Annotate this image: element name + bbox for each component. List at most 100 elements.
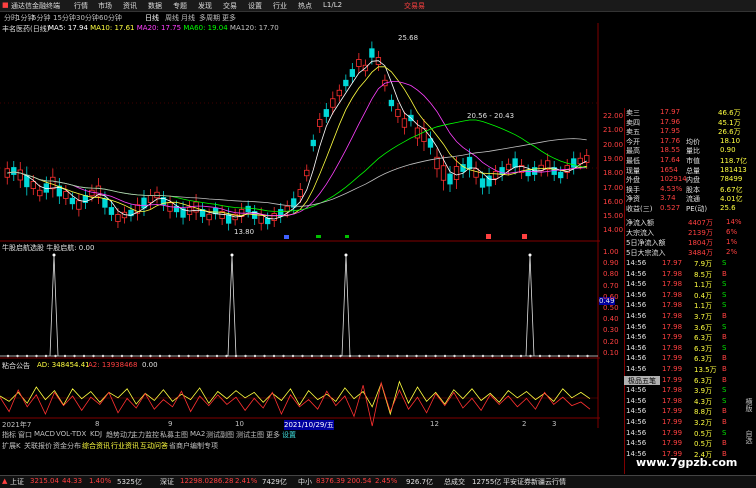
period-tab-active[interactable]: 日线 bbox=[145, 13, 159, 23]
menu-level[interactable]: L1/L2 bbox=[323, 1, 342, 9]
candle-body bbox=[50, 176, 56, 190]
flow-label: 大宗流入 bbox=[626, 229, 654, 237]
trade-price: 17.99 bbox=[662, 375, 683, 384]
price-tick: 19.00 bbox=[603, 154, 624, 163]
period-tab[interactable]: 60分钟 bbox=[99, 13, 122, 23]
func-tab[interactable]: 私募主图 bbox=[160, 430, 188, 440]
indicator1-dot bbox=[586, 354, 589, 358]
trade-price: 17.98 bbox=[662, 396, 683, 405]
watermark: www.7gpzb.com bbox=[636, 456, 738, 469]
trade-volume: 3.6万 bbox=[694, 323, 713, 332]
period-tab[interactable]: 多周期 bbox=[199, 13, 220, 23]
menu-industry[interactable]: 行业 bbox=[273, 1, 287, 11]
menu-data[interactable]: 数据 bbox=[148, 1, 162, 11]
indicator1-dot bbox=[415, 354, 418, 358]
indicator1-dot bbox=[215, 354, 219, 358]
trade-price: 17.97 bbox=[662, 259, 683, 267]
quote-label2: PE(动) bbox=[686, 205, 708, 213]
indicator1-dot bbox=[472, 354, 475, 358]
func-tab[interactable]: KDJ bbox=[90, 430, 102, 438]
func-tab[interactable]: 测试主图 bbox=[236, 430, 264, 440]
index-pct: 1.40% bbox=[89, 477, 112, 485]
indicator1-dot bbox=[548, 354, 551, 358]
candle-body bbox=[414, 127, 421, 139]
total-volume-value: 12755亿 bbox=[472, 478, 502, 486]
index-name[interactable]: 深证 bbox=[160, 477, 174, 487]
indicator1-dot bbox=[538, 354, 542, 358]
index-name[interactable]: 中小 bbox=[298, 477, 312, 487]
menu-quote[interactable]: 行情 bbox=[74, 1, 88, 11]
info-tab[interactable]: 互动问答 bbox=[140, 441, 168, 451]
menu-trade[interactable]: 交易 bbox=[223, 1, 237, 11]
quote-label2: 流通 bbox=[686, 195, 700, 204]
func-tab[interactable]: 窗口 bbox=[18, 430, 32, 440]
x-date: 12 bbox=[430, 420, 439, 428]
x-date-cursor: 2021/10/29/五 bbox=[284, 420, 334, 430]
quote-label: 卖四 bbox=[626, 118, 640, 127]
indicator1-spike-dot bbox=[52, 253, 56, 257]
index-value: 12298.0 bbox=[180, 477, 209, 485]
period-tab[interactable]: 5分钟 bbox=[32, 13, 50, 23]
candle-body bbox=[343, 79, 349, 87]
flow-pct: 1% bbox=[726, 238, 738, 246]
func-tab[interactable]: 趋势动力 bbox=[106, 430, 134, 440]
price-tick: 16.00 bbox=[603, 197, 624, 206]
menu-news[interactable]: 资讯 bbox=[123, 1, 137, 11]
menu-topic[interactable]: 专题 bbox=[173, 1, 187, 11]
quote-price: 4.53% bbox=[660, 184, 683, 193]
period-tab[interactable]: 月线 bbox=[181, 13, 195, 23]
func-tab[interactable]: 指标 bbox=[2, 430, 16, 440]
info-tab[interactable]: 综合资讯 bbox=[82, 441, 110, 451]
info-tab[interactable]: 资金分布 bbox=[53, 441, 81, 451]
period-tab[interactable]: 更多 bbox=[222, 13, 236, 23]
period-tab[interactable]: 30分钟 bbox=[76, 13, 99, 23]
side-tab-horizontal[interactable]: 横版 bbox=[744, 398, 754, 412]
menu-hot[interactable]: 热点 bbox=[298, 1, 312, 11]
indicator1-tick: 0.20 bbox=[603, 337, 619, 346]
indicator1-dot bbox=[111, 354, 114, 358]
quote-label: 收益(三) bbox=[626, 205, 653, 213]
info-tab[interactable]: 关联报价 bbox=[24, 441, 52, 451]
trade-time: 14:56 bbox=[626, 280, 647, 289]
indicator1-dot bbox=[396, 354, 399, 358]
candle-body bbox=[440, 165, 447, 181]
func-tab[interactable]: 更多 bbox=[266, 430, 280, 440]
indicator1-dot bbox=[386, 354, 390, 358]
info-tab[interactable]: 行业资讯 bbox=[111, 441, 139, 451]
side-tab-watchlist[interactable]: 自选 bbox=[744, 430, 754, 444]
indicator1-dot bbox=[130, 354, 133, 358]
candle-body bbox=[212, 207, 219, 215]
func-tab[interactable]: 设置 bbox=[282, 430, 296, 440]
index-amount: 7429亿 bbox=[262, 478, 287, 486]
func-tab[interactable]: 测试副图 bbox=[206, 430, 234, 440]
indicator1-dot bbox=[253, 354, 257, 358]
index-up-icon: ▲ bbox=[2, 477, 8, 485]
menu-market[interactable]: 市场 bbox=[98, 1, 112, 11]
candle-body bbox=[525, 169, 531, 177]
trade-volume: 7.9万 bbox=[694, 260, 713, 268]
quote-price: 102914 bbox=[660, 175, 687, 184]
indicator1-dot bbox=[35, 354, 38, 358]
func-tab[interactable]: MA2 bbox=[190, 430, 205, 438]
menu-discover[interactable]: 发现 bbox=[198, 1, 212, 11]
ime-popup[interactable]: 极品五笔 bbox=[624, 376, 660, 385]
trade-volume: 1.1万 bbox=[694, 302, 713, 311]
stock-label: 丰名医药(日线) bbox=[2, 25, 50, 33]
trade-direction: S bbox=[722, 396, 727, 405]
flow-pct: 2% bbox=[726, 248, 738, 256]
func-tab[interactable]: MACD bbox=[34, 430, 55, 438]
info-tab[interactable]: 省商户编制专项 bbox=[169, 441, 218, 451]
indicator1-dot bbox=[25, 354, 29, 358]
period-tab[interactable]: 15分钟 bbox=[53, 13, 76, 23]
info-tab[interactable]: 扩展K bbox=[2, 441, 21, 451]
candle-body bbox=[512, 158, 518, 168]
candle-body bbox=[571, 158, 577, 168]
candle-body bbox=[115, 214, 121, 222]
menu-settings[interactable]: 设置 bbox=[248, 1, 262, 11]
period-tab[interactable]: 周线 bbox=[165, 13, 179, 23]
price-tick: 15.00 bbox=[603, 212, 624, 221]
trade-link[interactable]: 交易易 bbox=[404, 1, 425, 11]
index-name[interactable]: 上证 bbox=[10, 477, 24, 487]
func-tab[interactable]: VOL-TDX bbox=[56, 430, 86, 438]
func-tab[interactable]: 主力监控 bbox=[131, 430, 159, 440]
